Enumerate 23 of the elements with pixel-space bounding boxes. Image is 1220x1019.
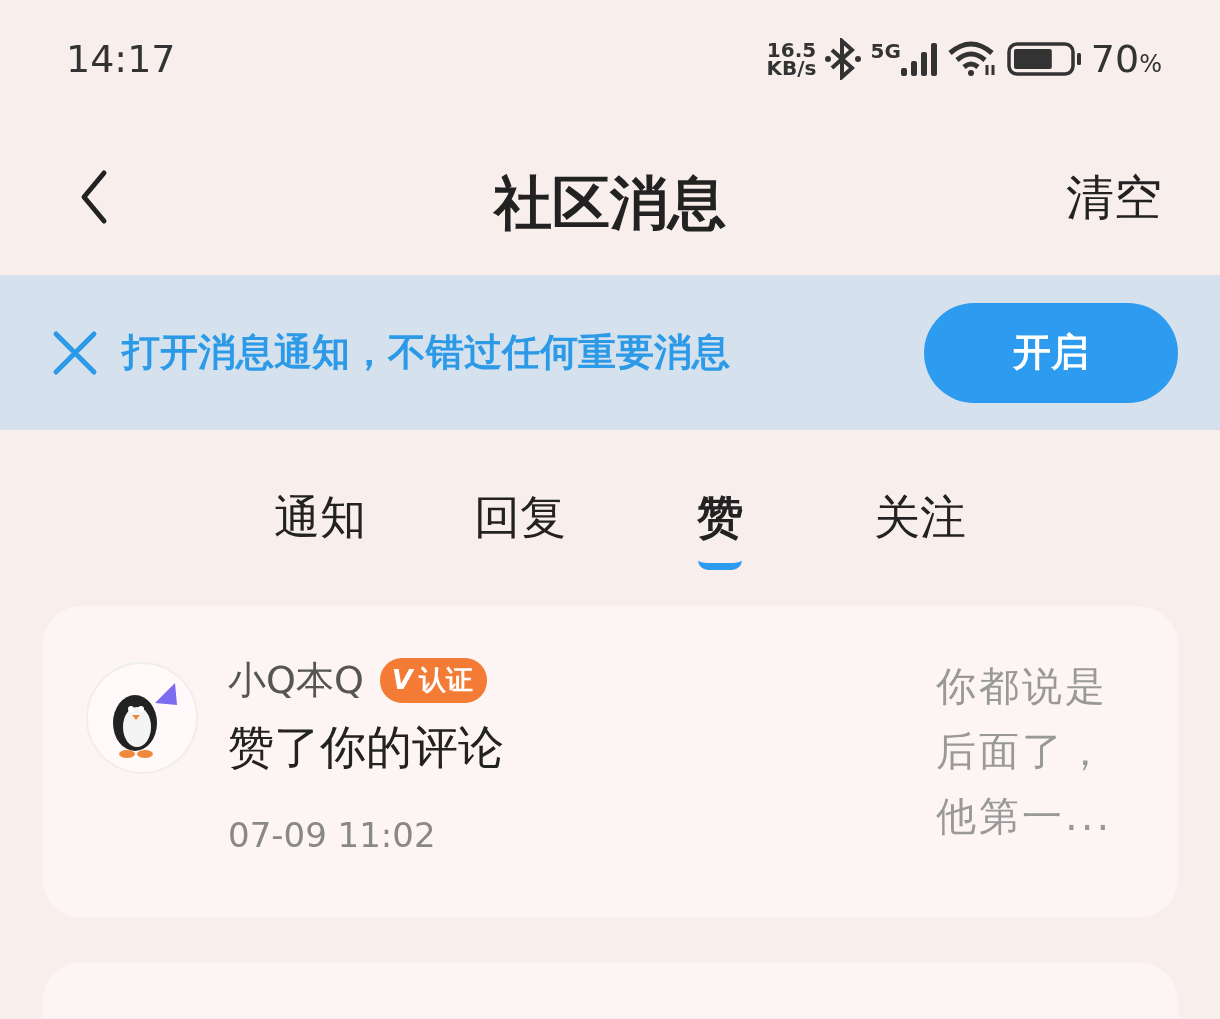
message-text: 赞了你的评论: [228, 719, 505, 776]
tab[interactable]: 回复: [420, 482, 620, 552]
tab[interactable]: 赞: [620, 482, 820, 552]
battery-icon: [1006, 42, 1083, 76]
tab[interactable]: 关注: [820, 482, 1020, 552]
tab-indicator: [698, 560, 742, 570]
user-name[interactable]: 小Q本Q: [228, 652, 364, 709]
tab[interactable]: 通知: [220, 482, 420, 552]
bluetooth-icon: [824, 38, 863, 80]
network-speed: 16.5: [766, 41, 817, 59]
message-time: 07-09 11:02: [228, 814, 437, 857]
verified-badge: V 认证: [379, 658, 487, 703]
notification-prompt: 打开消息通知，不错过任何重要消息: [122, 329, 731, 376]
status-time: 14:17: [66, 35, 176, 83]
quoted-comment: 你都说是后面了，他第一...: [936, 662, 1114, 841]
clear-button[interactable]: 清空: [1066, 160, 1162, 233]
network-type: 5G: [870, 42, 901, 60]
message-card[interactable]: 小Q本Q V 认证 赞了你的评论 07-09 11:02 你都说是后面了，他第一...: [42, 606, 1178, 918]
battery-percent-sign: %: [1139, 48, 1162, 80]
network-speed-unit: KB/s: [766, 59, 817, 77]
page-title: 社区消息: [494, 168, 726, 239]
battery-percent: 70: [1090, 35, 1140, 83]
signal-icon: [900, 42, 939, 76]
